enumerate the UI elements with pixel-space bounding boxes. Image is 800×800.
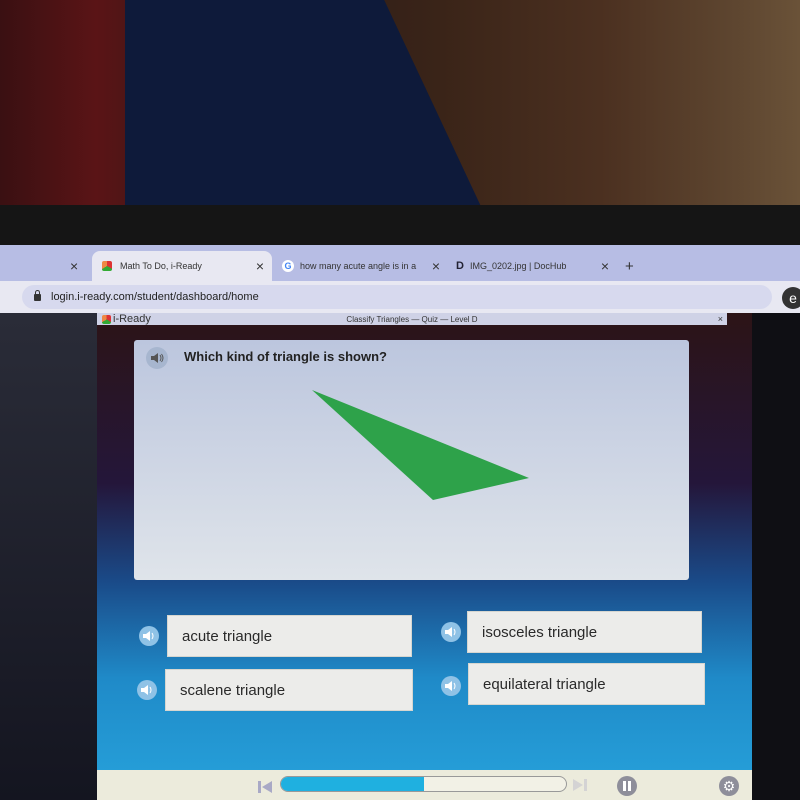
tab-bar: × Math To Do, i-Ready × G how many acute… (0, 245, 800, 281)
tab-label: how many acute angle is in a (300, 261, 417, 271)
question-panel: Which kind of triangle is shown? (134, 340, 689, 580)
lesson-header: i-Ready Classify Triangles — Quiz — Leve… (97, 313, 727, 325)
choice-equilateral-triangle[interactable]: equilateral triangle (468, 663, 705, 705)
background-person (125, 0, 485, 215)
tab-math-to-do[interactable]: Math To Do, i-Ready × (92, 251, 272, 281)
settings-gear-icon[interactable]: ⚙ (719, 776, 739, 796)
close-tab-icon[interactable]: × (256, 258, 264, 274)
choice-label: scalene triangle (180, 681, 286, 699)
choice-label: equilateral triangle (483, 675, 606, 693)
lock-icon (34, 289, 41, 301)
tab-label: Math To Do, i-Ready (120, 261, 202, 271)
new-tab-button[interactable]: + (625, 251, 634, 281)
dochub-d-icon: D (456, 260, 464, 272)
choice-audio-button-equilateral[interactable] (441, 676, 461, 696)
tab-previous[interactable]: × (60, 251, 90, 281)
iready-lesson-window: i-Ready Classify Triangles — Quiz — Leve… (97, 313, 752, 800)
close-tab-icon[interactable]: × (432, 258, 440, 274)
monitor-bezel (0, 205, 800, 247)
choice-scalene-triangle[interactable]: scalene triangle (165, 669, 413, 711)
page-left-margin (0, 313, 97, 800)
close-tab-icon[interactable]: × (70, 258, 78, 274)
lesson-progress-bar (280, 776, 567, 792)
background-room-photo (0, 0, 800, 215)
triangle-shape (312, 390, 529, 500)
tab-label: IMG_0202.jpg | DocHub (469, 261, 567, 271)
tab-google-search[interactable]: G how many acute angle is in a × (278, 251, 448, 281)
choice-isosceles-triangle[interactable]: isosceles triangle (467, 611, 702, 653)
speaker-icon (445, 681, 456, 691)
close-lesson-button[interactable]: × (718, 314, 723, 324)
triangle-figure (312, 390, 529, 500)
url-text: login.i-ready.com/student/dashboard/home (51, 291, 259, 303)
screen: × Math To Do, i-Ready × G how many acute… (0, 245, 800, 800)
choice-label: isosceles triangle (482, 623, 598, 641)
speaker-icon (141, 685, 152, 695)
skip-forward-icon[interactable] (572, 778, 588, 792)
lesson-title: Classify Triangles — Quiz — Level D (346, 314, 478, 324)
choice-acute-triangle[interactable]: acute triangle (167, 615, 412, 657)
choice-label: acute triangle (182, 627, 273, 645)
address-bar: login.i-ready.com/student/dashboard/home (0, 281, 800, 313)
speaker-icon (445, 627, 456, 637)
profile-avatar[interactable]: e (782, 287, 800, 309)
skip-back-icon[interactable] (257, 780, 273, 794)
progress-fill (281, 777, 424, 791)
choice-audio-button-isosceles[interactable] (441, 622, 461, 642)
choice-audio-button-acute[interactable] (139, 626, 159, 646)
google-g-icon: G (282, 260, 294, 272)
choice-audio-button-scalene[interactable] (137, 680, 157, 700)
page-right-margin (752, 313, 800, 800)
url-input[interactable]: login.i-ready.com/student/dashboard/home (22, 285, 772, 309)
player-controls: ⚙ (97, 770, 752, 800)
tab-dochub[interactable]: D IMG_0202.jpg | DocHub × (452, 251, 617, 281)
close-tab-icon[interactable]: × (601, 258, 609, 274)
pause-button[interactable] (617, 776, 637, 796)
iready-cube-icon (102, 261, 112, 271)
speaker-icon (143, 631, 154, 641)
